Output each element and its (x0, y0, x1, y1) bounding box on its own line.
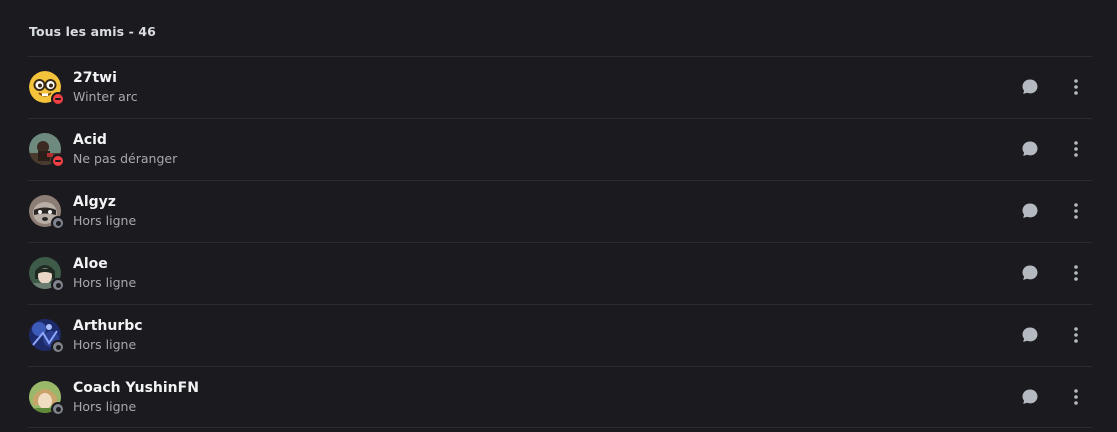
friend-name: Acid (73, 132, 107, 148)
friends-count-header: Tous les amis - 46 (29, 24, 156, 39)
message-button[interactable] (1020, 77, 1040, 97)
friend-status-text: Winter arc (73, 89, 138, 104)
message-button[interactable] (1020, 387, 1040, 407)
more-vertical-icon (1074, 79, 1078, 95)
avatar (29, 195, 65, 230)
more-vertical-icon (1074, 141, 1078, 157)
more-options-button[interactable] (1066, 201, 1086, 221)
friend-row[interactable]: 27twi Winter arc (28, 56, 1092, 118)
avatar (29, 381, 65, 416)
message-button[interactable] (1020, 201, 1040, 221)
more-vertical-icon (1074, 327, 1078, 343)
message-button[interactable] (1020, 139, 1040, 159)
chat-bubble-icon (1022, 327, 1038, 342)
friend-name: Arthurbc (73, 318, 143, 334)
friend-status-text: Hors ligne (73, 399, 137, 414)
friend-row[interactable]: Aloe Hors ligne (28, 242, 1092, 304)
more-options-button[interactable] (1066, 139, 1086, 159)
more-vertical-icon (1074, 203, 1078, 219)
avatar (29, 133, 65, 168)
more-options-button[interactable] (1066, 387, 1086, 407)
friends-panel: Tous les amis - 46 27twi Winter arc Acid… (0, 0, 1117, 432)
friend-name: 27twi (73, 70, 117, 86)
friend-row[interactable]: Arthurbc Hors ligne (28, 304, 1092, 366)
friend-name: Algyz (73, 194, 116, 210)
status-offline-icon (51, 402, 65, 416)
friend-row[interactable]: Acid Ne pas déranger (28, 118, 1092, 180)
status-offline-icon (51, 216, 65, 230)
status-dnd-icon (51, 154, 65, 168)
friend-status-text: Hors ligne (73, 275, 137, 290)
more-options-button[interactable] (1066, 77, 1086, 97)
avatar (29, 71, 65, 106)
chat-bubble-icon (1022, 265, 1038, 280)
status-offline-icon (51, 278, 65, 292)
avatar (29, 319, 65, 354)
chat-bubble-icon (1022, 389, 1038, 404)
more-vertical-icon (1074, 265, 1078, 281)
friend-list: 27twi Winter arc Acid Ne pas déranger Al… (0, 56, 1117, 428)
more-options-button[interactable] (1066, 263, 1086, 283)
friend-row[interactable]: Coach YushinFN Hors ligne (28, 366, 1092, 428)
friend-status-text: Ne pas déranger (73, 151, 178, 166)
more-options-button[interactable] (1066, 325, 1086, 345)
friend-status-text: Hors ligne (73, 213, 137, 228)
friend-row[interactable]: Algyz Hors ligne (28, 180, 1092, 242)
chat-bubble-icon (1022, 141, 1038, 156)
chat-bubble-icon (1022, 79, 1038, 94)
more-vertical-icon (1074, 389, 1078, 405)
message-button[interactable] (1020, 263, 1040, 283)
chat-bubble-icon (1022, 203, 1038, 218)
friend-status-text: Hors ligne (73, 337, 137, 352)
avatar (29, 257, 65, 292)
status-offline-icon (51, 340, 65, 354)
friend-name: Aloe (73, 256, 108, 272)
friend-name: Coach YushinFN (73, 380, 199, 396)
status-dnd-icon (51, 92, 65, 106)
message-button[interactable] (1020, 325, 1040, 345)
